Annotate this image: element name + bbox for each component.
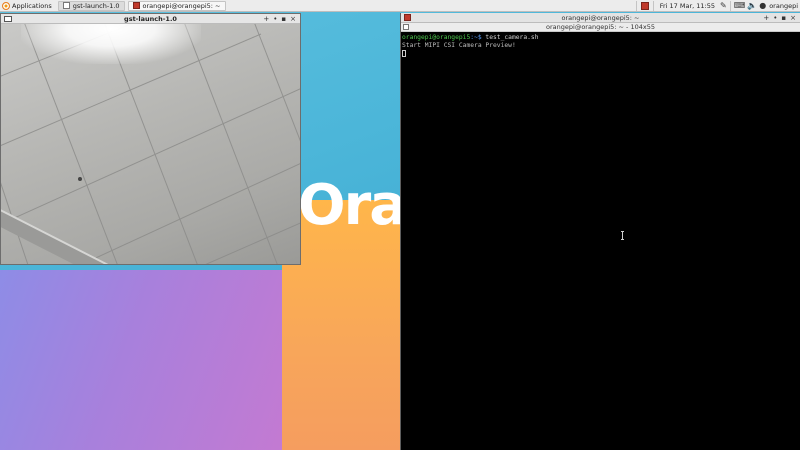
volume-icon[interactable]: 🔈	[747, 1, 757, 10]
tray-separator	[729, 0, 731, 11]
window-menu-icon[interactable]	[4, 15, 12, 22]
terminal-menubar: orangepi@orangepi5: ~ - 104x55	[401, 23, 800, 32]
terminal-output-line: Start MIPI CSI Camera Preview!	[402, 42, 516, 49]
taskbar-item-label: gst-launch-1.0	[72, 1, 120, 10]
taskbar-item-gst-launch[interactable]: gst-launch-1.0	[57, 0, 125, 11]
prompt-user: orangepi@orangepi5	[402, 34, 471, 41]
minimize-icon[interactable]: +	[763, 14, 769, 22]
maximize-icon[interactable]: ▪	[281, 15, 286, 23]
close-icon[interactable]: ×	[290, 15, 296, 23]
taskbar-item-label: orangepi@orangepi5: ~	[142, 1, 221, 10]
gst-launch-window[interactable]: gst-launch-1.0 + • ▪ ×	[0, 13, 301, 265]
terminal-command-line: orangepi@orangepi5:~$ test_camera.sh	[402, 34, 799, 42]
terminal-app-icon[interactable]	[404, 14, 411, 21]
keyboard-icon[interactable]: ⌨	[734, 1, 746, 10]
camera-preview-video	[1, 24, 300, 264]
orange-pi-logo-icon	[2, 1, 10, 10]
terminal-output-area[interactable]: orangepi@orangepi5:~$ test_camera.sh Sta…	[401, 32, 800, 450]
window-controls: + • ▪ ×	[763, 14, 800, 22]
pen-icon[interactable]: ✎	[720, 1, 727, 10]
taskbar-item-terminal[interactable]: orangepi@orangepi5: ~	[127, 0, 226, 11]
terminal-icon	[132, 2, 140, 9]
text-cursor-icon	[621, 231, 625, 240]
tray-separator	[652, 0, 654, 11]
applications-menu[interactable]: Applications	[0, 0, 55, 12]
window-controls: + • ▪ ×	[263, 15, 300, 23]
terminal-titlebar[interactable]: orangepi@orangepi5: ~ + • ▪ ×	[401, 13, 800, 23]
shade-icon[interactable]: •	[273, 15, 277, 23]
top-panel: Applications gst-launch-1.0 orangepi@ora…	[0, 0, 800, 12]
terminal-cursor	[402, 50, 406, 57]
ceiling-light-glare	[21, 24, 201, 64]
applications-label: Applications	[12, 1, 52, 10]
gst-window-title: gst-launch-1.0	[124, 14, 177, 23]
mouse-pointer-icon	[78, 177, 82, 181]
terminal-size-title: orangepi@orangepi5: ~ - 104x55	[546, 23, 655, 31]
maximize-icon[interactable]: ▪	[781, 14, 786, 22]
user-icon[interactable]: ●	[759, 1, 766, 10]
workspace-indicator-icon[interactable]	[640, 1, 649, 10]
terminal-cursor-line	[402, 50, 799, 59]
tray-separator	[635, 0, 637, 11]
panel-clock[interactable]: Fri 17 Mar, 11:55	[660, 2, 715, 10]
close-icon[interactable]: ×	[790, 14, 796, 22]
gst-window-titlebar[interactable]: gst-launch-1.0 + • ▪ ×	[1, 14, 300, 24]
terminal-command: test_camera.sh	[481, 34, 539, 41]
minimize-icon[interactable]: +	[263, 15, 269, 23]
window-icon	[62, 2, 70, 9]
shade-icon[interactable]: •	[773, 14, 777, 22]
wallpaper-purple-area	[0, 270, 282, 450]
terminal-window[interactable]: orangepi@orangepi5: ~ + • ▪ × orangepi@o…	[400, 13, 800, 450]
terminal-window-title: orangepi@orangepi5: ~	[561, 13, 640, 22]
panel-user-name[interactable]: orangepi	[769, 2, 800, 10]
prompt-path: :~$	[470, 34, 482, 41]
